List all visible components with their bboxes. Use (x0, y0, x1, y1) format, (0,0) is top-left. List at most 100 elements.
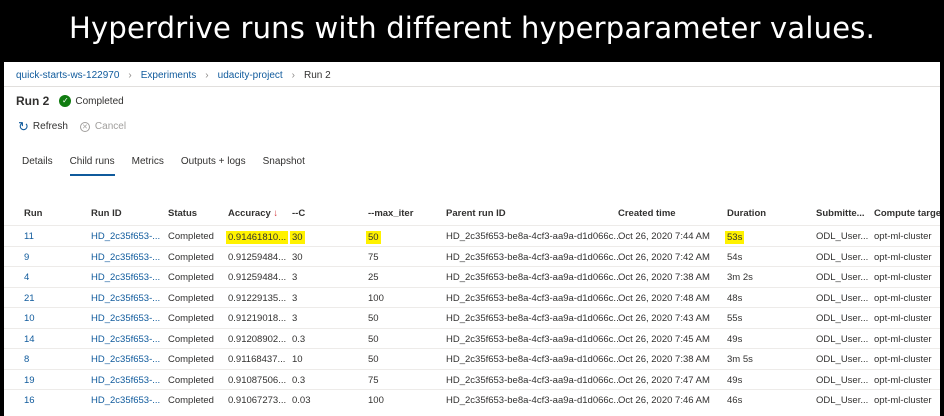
cell-run[interactable]: 16 (24, 395, 35, 406)
tab-metrics[interactable]: Metrics (132, 156, 164, 176)
cell-c: 3 (292, 292, 298, 304)
refresh-icon: ↻ (18, 119, 29, 134)
toolbar: ↻ Refresh ✕ Cancel (18, 120, 138, 133)
tab-details[interactable]: Details (22, 156, 53, 176)
table-row[interactable]: 10 HD_2c35f653-... Completed 0.91219018... 3… (4, 307, 940, 328)
cancel-circle-icon: ✕ (79, 121, 90, 132)
breadcrumb-experiment[interactable]: udacity-project (218, 70, 283, 81)
cell-compute-target: opt-ml-cluster (874, 231, 932, 242)
cell-compute-target: opt-ml-cluster (874, 272, 932, 283)
tab-snapshot[interactable]: Snapshot (263, 156, 305, 176)
table-row[interactable]: 21 HD_2c35f653-... Completed 0.91229135... 3… (4, 286, 940, 308)
cell-duration: 48s (727, 292, 743, 304)
column-header-parent-run-id[interactable]: Parent run ID (446, 208, 506, 219)
column-header-run-id[interactable]: Run ID (91, 208, 122, 219)
cell-status: Completed (168, 272, 214, 283)
column-header-c[interactable]: --C (292, 208, 305, 219)
page-title: Run 2 (16, 94, 50, 108)
cell-run[interactable]: 14 (24, 334, 35, 345)
column-header-duration[interactable]: Duration (727, 208, 766, 219)
cell-submitted-by: ODL_User... (816, 374, 869, 386)
status-badge: Completed (75, 95, 124, 107)
cell-run-id[interactable]: HD_2c35f653-... (91, 354, 160, 365)
refresh-label: Refresh (32, 121, 68, 132)
cell-run[interactable]: 4 (24, 272, 29, 283)
cell-c: 10 (292, 354, 303, 365)
checkmark-circle-icon: ✓ (59, 95, 72, 107)
cell-compute-target: opt-ml-cluster (874, 333, 932, 345)
cell-run[interactable]: 10 (24, 313, 35, 324)
cell-compute-target: opt-ml-cluster (874, 251, 932, 263)
cell-run-id[interactable]: HD_2c35f653-... (91, 293, 160, 304)
table-row[interactable]: 11 HD_2c35f653-... Completed 0.91461810... 3… (4, 225, 940, 246)
column-header-created-time[interactable]: Created time (618, 208, 676, 219)
cell-run[interactable]: 21 (24, 293, 35, 304)
cell-max-iter: 25 (368, 272, 379, 283)
cell-run[interactable]: 19 (24, 375, 35, 386)
cell-status: Completed (168, 251, 214, 263)
cell-c: 3 (292, 313, 298, 324)
cell-run[interactable]: 11 (24, 231, 34, 242)
cell-c: 0.3 (292, 333, 306, 345)
table-row[interactable]: 4 HD_2c35f653-... Completed 0.91259484... 3 2… (4, 266, 940, 287)
cell-compute-target: opt-ml-cluster (874, 313, 932, 324)
cell-run[interactable]: 9 (24, 252, 29, 263)
cell-duration: 53s (725, 231, 745, 244)
cancel-button[interactable]: ✕ Cancel (79, 121, 127, 132)
cell-submitted-by: ODL_User... (816, 313, 869, 324)
cell-accuracy: 0.91219018... (228, 313, 287, 324)
table-row[interactable]: 8 HD_2c35f653-... Completed 0.91168437... 10… (4, 348, 940, 369)
cell-parent-run-id: HD_2c35f653-be8a-4cf3-aa9a-d1d066c... (446, 231, 622, 242)
cell-parent-run-id: HD_2c35f653-be8a-4cf3-aa9a-d1d066c... (446, 333, 622, 345)
table-row[interactable]: 16 HD_2c35f653-... Completed 0.91067273... 0… (4, 389, 940, 410)
table-row[interactable]: 14 HD_2c35f653-... Completed 0.91208902... 0… (4, 327, 940, 349)
refresh-button[interactable]: ↻ Refresh (18, 120, 68, 133)
column-header-run[interactable]: Run (24, 208, 42, 219)
cell-run-id[interactable]: HD_2c35f653-... (91, 252, 160, 263)
cell-run-id[interactable]: HD_2c35f653-... (91, 395, 160, 406)
cell-accuracy: 0.91087506... (228, 374, 287, 386)
cell-run-id[interactable]: HD_2c35f653-... (91, 231, 160, 242)
cell-run-id[interactable]: HD_2c35f653-... (91, 313, 160, 324)
column-header-max-iter[interactable]: --max_iter (368, 208, 413, 219)
cell-duration: 46s (727, 395, 743, 406)
cell-compute-target: opt-ml-cluster (874, 374, 932, 386)
cell-run-id[interactable]: HD_2c35f653-... (91, 334, 160, 345)
cell-accuracy: 0.91259484... (228, 251, 287, 263)
cell-parent-run-id: HD_2c35f653-be8a-4cf3-aa9a-d1d066c... (446, 272, 622, 283)
cell-status: Completed (168, 333, 214, 345)
column-header-submitted-by[interactable]: Submitte... (816, 208, 865, 219)
cell-duration: 49s (727, 374, 743, 386)
cell-run-id[interactable]: HD_2c35f653-... (91, 272, 160, 283)
breadcrumb-workspace[interactable]: quick-starts-ws-122970 (16, 70, 119, 81)
cell-c: 0.03 (292, 395, 311, 406)
cell-created-time: Oct 26, 2020 7:44 AM (618, 231, 710, 242)
breadcrumb-experiments[interactable]: Experiments (141, 70, 197, 81)
tab-outputs-logs[interactable]: Outputs + logs (181, 156, 246, 176)
cell-duration: 3m 2s (727, 272, 753, 283)
cell-accuracy: 0.91208902... (228, 333, 287, 345)
cancel-label: Cancel (94, 121, 127, 132)
cell-status: Completed (168, 292, 214, 304)
column-header-accuracy[interactable]: Accuracy ↓ (228, 208, 278, 219)
cell-c: 0.3 (292, 374, 306, 386)
table-row[interactable]: 19 HD_2c35f653-... Completed 0.91087506... 0… (4, 368, 940, 390)
table-row[interactable]: 9 HD_2c35f653-... Completed 0.91259484... 30… (4, 245, 940, 267)
breadcrumb: quick-starts-ws-122970 › Experiments › u… (16, 70, 331, 81)
cell-accuracy: 0.91067273... (228, 395, 287, 406)
column-header-status[interactable]: Status (168, 208, 197, 219)
cell-accuracy: 0.91461810... (226, 231, 289, 244)
cell-submitted-by: ODL_User... (816, 292, 869, 304)
cell-submitted-by: ODL_User... (816, 251, 869, 263)
cell-submitted-by: ODL_User... (816, 354, 869, 365)
cell-created-time: Oct 26, 2020 7:38 AM (618, 272, 710, 283)
cell-duration: 54s (727, 251, 743, 263)
cell-compute-target: opt-ml-cluster (874, 354, 932, 365)
cell-run-id[interactable]: HD_2c35f653-... (91, 375, 160, 386)
column-header-compute-target[interactable]: Compute target (874, 208, 940, 219)
cell-run[interactable]: 8 (24, 354, 29, 365)
cell-max-iter: 50 (368, 313, 379, 324)
cell-max-iter: 50 (366, 231, 381, 244)
tab-child-runs[interactable]: Child runs (69, 156, 115, 176)
cell-created-time: Oct 26, 2020 7:46 AM (618, 395, 710, 406)
